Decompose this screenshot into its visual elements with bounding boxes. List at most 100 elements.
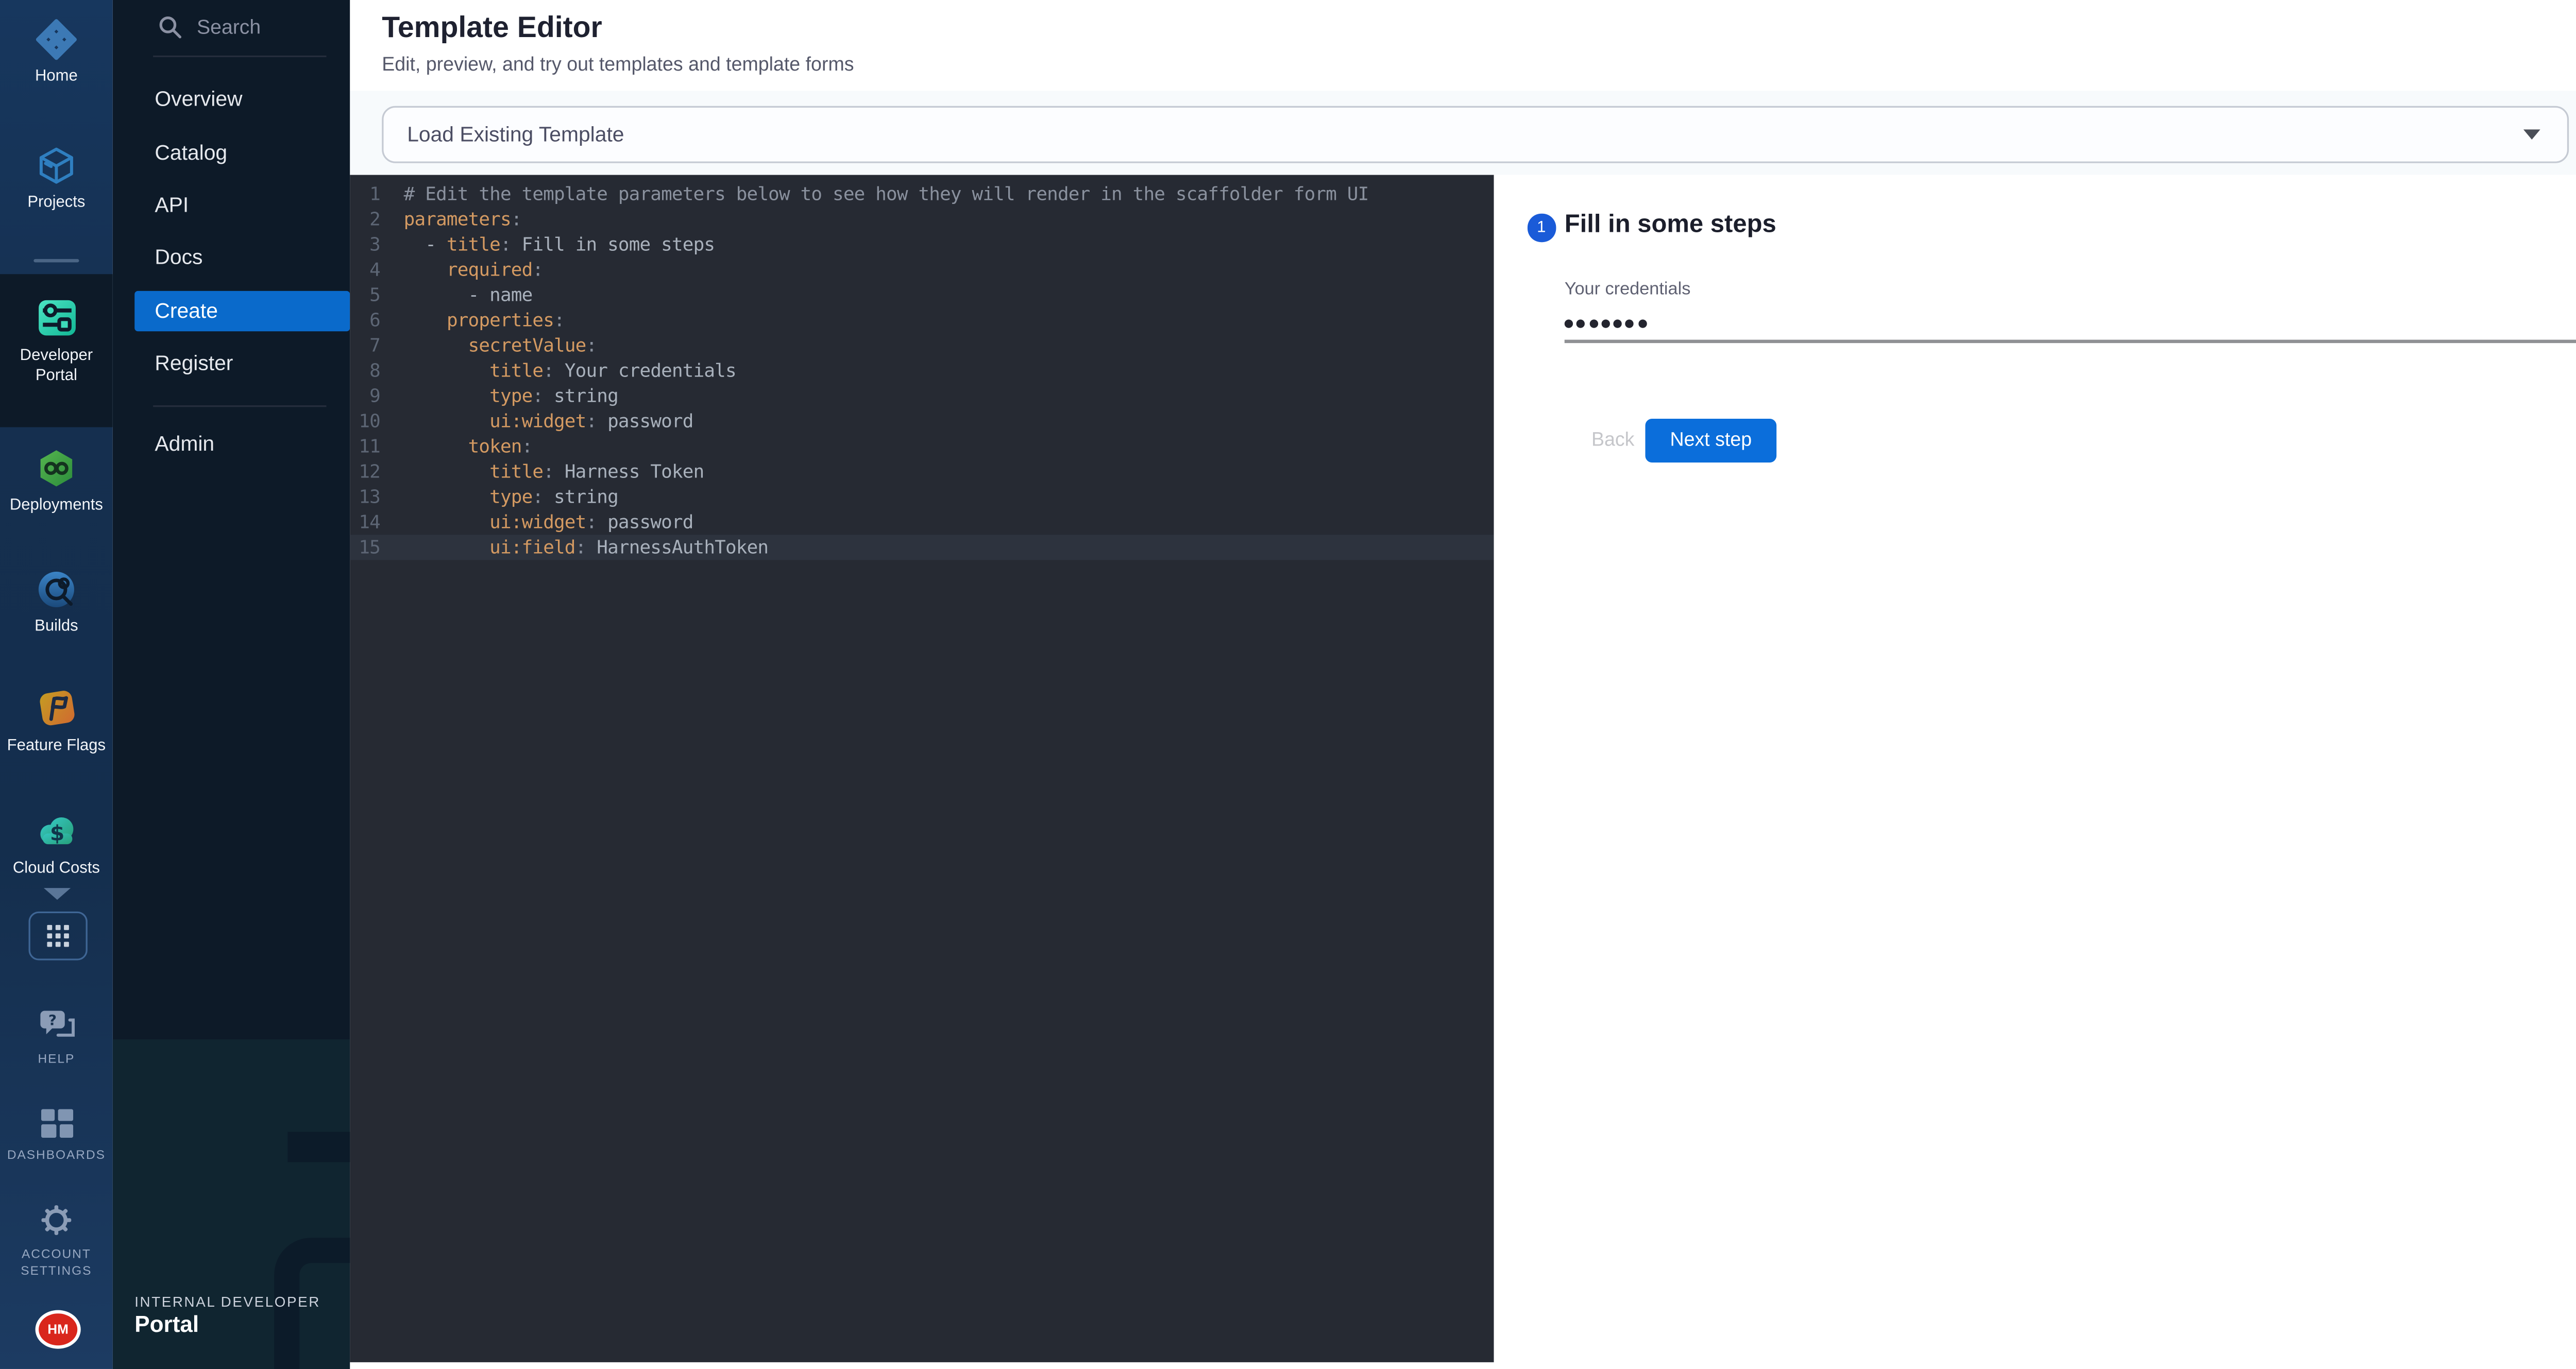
code-line[interactable]: 2 parameters: <box>350 206 1494 231</box>
code-line[interactable]: 12 title: Harness Token <box>350 458 1494 484</box>
sidebar-item-label: Create <box>155 299 218 323</box>
rail-item-label: Builds <box>0 617 113 637</box>
sidebar-item-admin[interactable]: Admin <box>155 431 214 457</box>
dashboards-icon <box>38 1107 75 1140</box>
sidebar-item-register[interactable]: Register <box>155 350 233 377</box>
code-text: - name <box>404 282 533 307</box>
line-number: 6 <box>350 307 380 332</box>
code-line[interactable]: 5 - name <box>350 282 1494 307</box>
sidebar-item-create[interactable]: Create <box>134 291 350 331</box>
template-toolbar: Load Existing Template <box>350 91 2576 175</box>
code-line[interactable]: 7 secretValue: <box>350 332 1494 357</box>
yaml-code-editor[interactable]: 1# Edit the template parameters below to… <box>350 175 1494 1362</box>
line-number: 7 <box>350 332 380 357</box>
line-number: 14 <box>350 509 380 534</box>
page-title: Template Editor <box>382 10 602 46</box>
sidebar-item-api[interactable]: API <box>155 192 189 218</box>
code-line[interactable]: 10 ui:widget: password <box>350 408 1494 433</box>
code-line[interactable]: 11 token: <box>350 433 1494 458</box>
back-button[interactable]: Back <box>1578 419 1648 463</box>
rail-divider <box>33 259 79 263</box>
code-line[interactable]: 6 properties: <box>350 307 1494 332</box>
rail-item-help[interactable]: ? HELP <box>0 1007 113 1068</box>
code-text: type: string <box>404 383 618 408</box>
code-line[interactable]: 8 title: Your credentials <box>350 357 1494 383</box>
app-window: Home Projects Developer Port <box>0 0 2576 1369</box>
builds-icon <box>36 569 78 611</box>
code-line[interactable]: 14 ui:widget: password <box>350 509 1494 534</box>
next-step-button[interactable]: Next step <box>1645 419 1776 463</box>
rail-item-builds[interactable]: Builds <box>0 569 113 638</box>
rail-item-label: Feature Flags <box>0 737 113 757</box>
code-line[interactable]: 15 ui:field: HarnessAuthToken <box>350 534 1494 559</box>
form-preview-panel: 1 Fill in some steps Your credentials Ba… <box>1494 175 2576 1369</box>
line-number: 15 <box>350 534 380 559</box>
rail-item-dashboards[interactable]: DASHBOARDS <box>0 1107 113 1164</box>
help-chat-icon: ? <box>36 1007 76 1045</box>
plugin-sidebar: Search Overview Catalog API Docs Create … <box>113 0 350 1369</box>
module-picker-button[interactable] <box>29 912 88 961</box>
rail-expand-chevron[interactable] <box>0 888 113 900</box>
rail-item-label: HELP <box>0 1051 113 1068</box>
sidebar-item-catalog[interactable]: Catalog <box>155 140 227 166</box>
rail-item-label: DASHBOARDS <box>0 1147 113 1164</box>
code-text: parameters: <box>404 206 522 231</box>
credentials-field-label: Your credentials <box>1565 279 1691 299</box>
code-text: ui:widget: password <box>404 509 693 534</box>
rail-item-label: Projects <box>0 194 113 214</box>
code-line[interactable]: 3 - title: Fill in some steps <box>350 231 1494 256</box>
gear-icon <box>37 1201 76 1239</box>
line-number: 5 <box>350 282 380 307</box>
rail-item-developer-portal[interactable]: Developer Portal <box>0 296 113 387</box>
code-line[interactable]: 4 required: <box>350 256 1494 282</box>
rail-item-home[interactable]: Home <box>0 19 113 88</box>
code-text: secretValue: <box>404 332 597 357</box>
code-line[interactable]: 13 type: string <box>350 484 1494 509</box>
step-number: 1 <box>1537 218 1546 237</box>
sidebar-item-overview[interactable]: Overview <box>155 86 242 113</box>
line-number: 4 <box>350 256 380 282</box>
line-number: 9 <box>350 383 380 408</box>
sidebar-item-docs[interactable]: Docs <box>155 244 202 270</box>
rail-item-label: ACCOUNT SETTINGS <box>0 1246 113 1280</box>
svg-text:$: $ <box>49 820 63 845</box>
password-dots <box>1565 319 1647 328</box>
code-text: title: Harness Token <box>404 458 704 484</box>
rail-item-feature-flags[interactable]: Feature Flags <box>0 686 113 757</box>
input-underline <box>1565 340 2576 343</box>
line-number: 10 <box>350 408 380 433</box>
line-number: 12 <box>350 458 380 484</box>
code-line[interactable]: 1# Edit the template parameters below to… <box>350 181 1494 206</box>
load-template-select[interactable]: Load Existing Template <box>382 106 2569 163</box>
deployments-icon <box>36 448 78 490</box>
search-icon <box>158 15 182 39</box>
code-text: ui:widget: password <box>404 408 693 433</box>
rail-item-projects[interactable]: Projects <box>0 145 113 214</box>
line-number: 13 <box>350 484 380 509</box>
cube-icon <box>36 145 78 187</box>
user-avatar[interactable]: HM <box>36 1310 81 1349</box>
chevron-down-icon <box>43 888 70 900</box>
cloud-costs-icon: $ <box>35 809 78 853</box>
rail-item-account-settings[interactable]: ACCOUNT SETTINGS <box>0 1201 113 1279</box>
rail-item-label: Cloud Costs <box>0 860 113 880</box>
rail-item-deployments[interactable]: Deployments <box>0 448 113 517</box>
sidebar-divider <box>153 56 326 57</box>
credentials-password-input[interactable] <box>1565 310 2576 347</box>
page-header: Template Editor Edit, preview, and try o… <box>350 0 2576 91</box>
search-placeholder: Search <box>197 15 261 39</box>
code-lines: 1# Edit the template parameters below to… <box>350 181 1494 559</box>
code-text: required: <box>404 256 544 282</box>
page-subtitle: Edit, preview, and try out templates and… <box>382 56 854 76</box>
select-value: Load Existing Template <box>407 123 624 146</box>
code-text: title: Your credentials <box>404 357 736 383</box>
code-text: # Edit the template parameters below to … <box>404 181 1369 206</box>
code-text: properties: <box>404 307 565 332</box>
line-number: 2 <box>350 206 380 231</box>
line-number: 8 <box>350 357 380 383</box>
sidebar-search[interactable]: Search <box>158 15 261 39</box>
apps-grid-icon <box>47 925 69 947</box>
code-line[interactable]: 9 type: string <box>350 383 1494 408</box>
avatar-initials: HM <box>47 1322 69 1337</box>
rail-item-cloud-costs[interactable]: $ Cloud Costs <box>0 809 113 880</box>
